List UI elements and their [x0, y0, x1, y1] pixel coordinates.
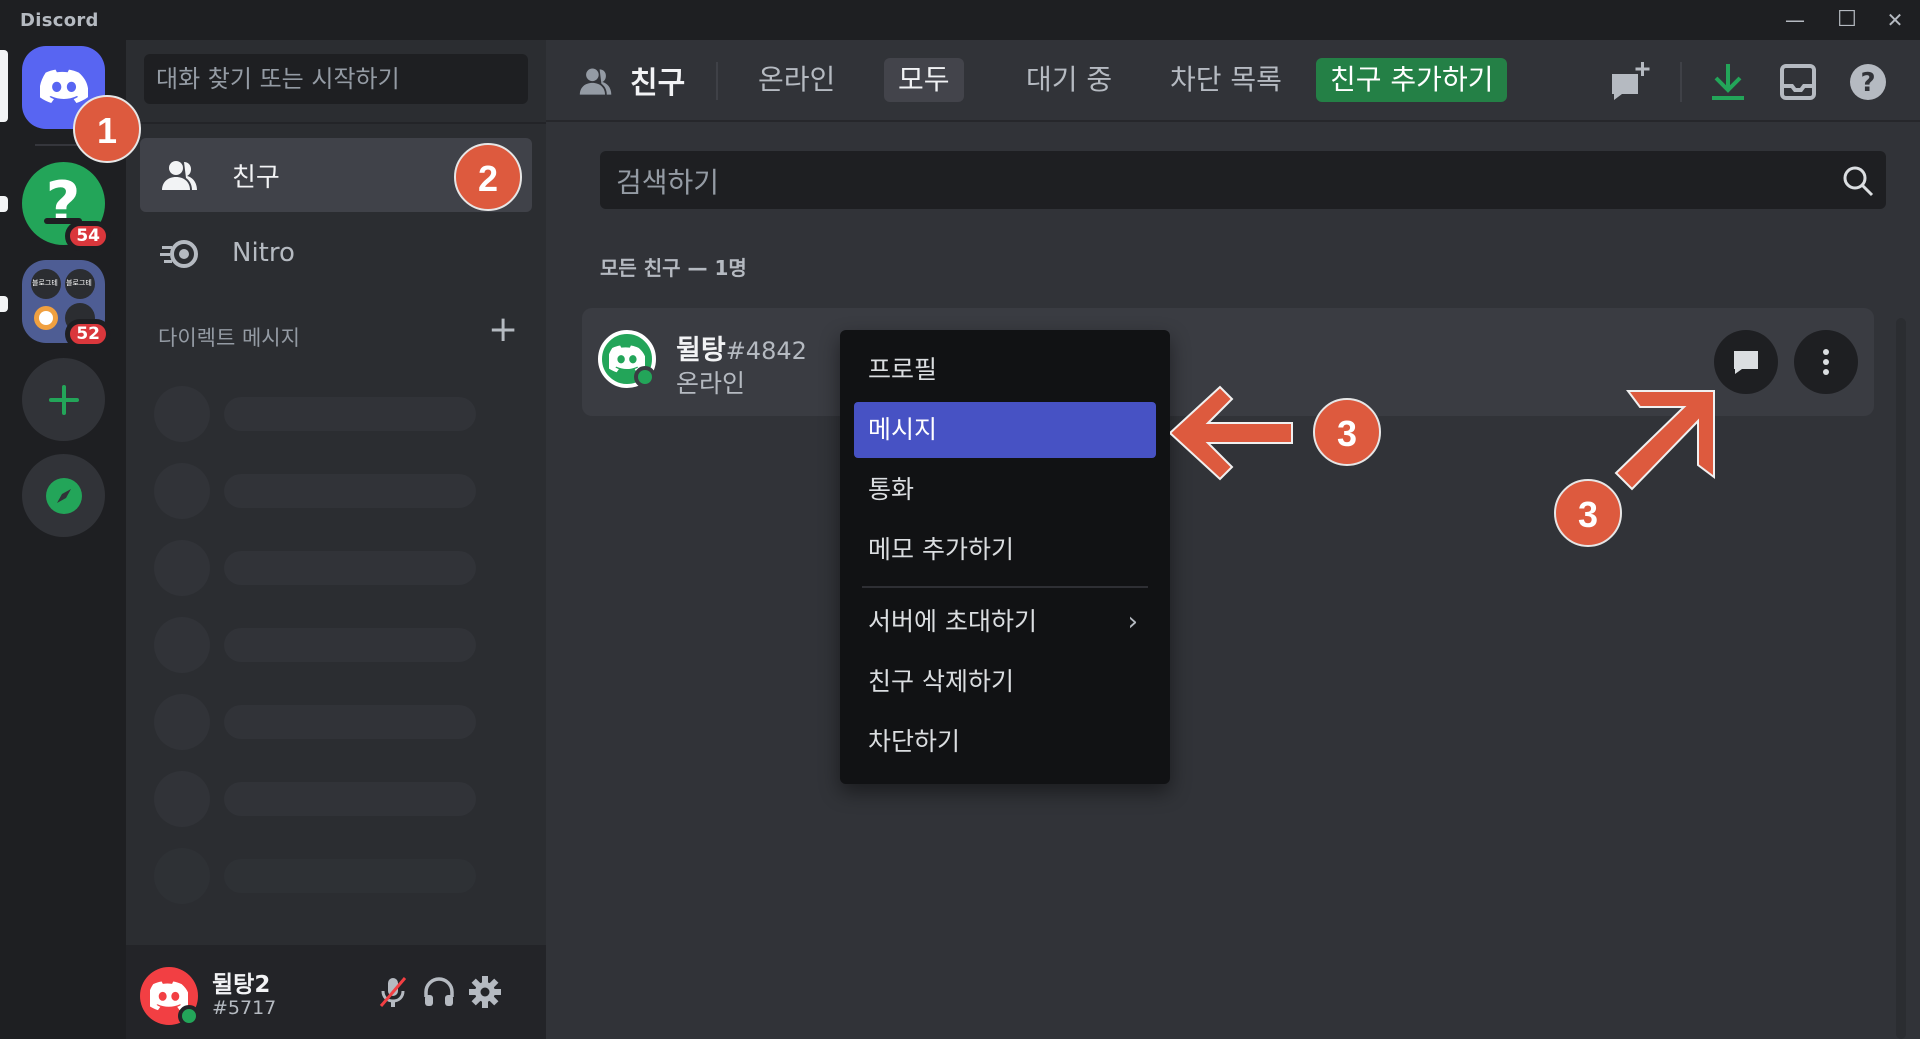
inbox-icon[interactable]	[1776, 60, 1820, 104]
help-icon[interactable]: ?	[1846, 60, 1890, 104]
username: 뒬탕2	[212, 972, 271, 998]
server-icon-text: 블로그테	[32, 279, 58, 287]
add-friend-button[interactable]: 친구 추가하기	[1316, 58, 1508, 102]
tab-pending[interactable]: 대기 중	[1012, 58, 1126, 102]
message-button[interactable]	[1714, 330, 1778, 394]
menu-item-profile[interactable]: 프로필	[854, 342, 1156, 398]
placeholder-bar	[224, 782, 476, 816]
menu-item-add-note[interactable]: 메모 추가하기	[854, 522, 1156, 578]
sidebar-divider	[126, 122, 546, 124]
placeholder-bar	[224, 474, 476, 508]
sidebar-item-label: 친구	[232, 162, 280, 193]
friend-status: 온라인	[676, 369, 746, 398]
friends-icon	[579, 68, 612, 95]
friends-header: 친구 온라인 모두 대기 중 차단 목록 친구 추가하기 ?	[546, 40, 1920, 122]
page-title: 친구	[630, 66, 686, 101]
gear-icon[interactable]	[468, 975, 502, 1009]
search-placeholder: 검색하기	[616, 166, 720, 199]
placeholder-bar	[224, 397, 476, 431]
compass-icon	[45, 477, 82, 514]
menu-divider	[862, 586, 1148, 588]
download-icon[interactable]	[1706, 60, 1750, 104]
chat-bubble-icon	[1734, 351, 1758, 374]
placeholder-bar	[224, 551, 476, 585]
placeholder-avatar	[154, 463, 210, 519]
online-status-dot	[178, 1005, 200, 1027]
placeholder-avatar	[154, 694, 210, 750]
mention-badge: 52	[65, 319, 111, 349]
placeholder-avatar	[154, 848, 210, 904]
new-group-dm-icon[interactable]	[1608, 60, 1652, 104]
maximize-button[interactable]: ☐	[1830, 5, 1864, 35]
nitro-icon	[160, 240, 198, 268]
annotation-step-1: 1	[73, 95, 141, 163]
friend-context-menu: 프로필 메시지 통화 메모 추가하기 서버에 초대하기 › 친구 삭제하기 차단…	[840, 330, 1170, 784]
placeholder-avatar	[154, 771, 210, 827]
conversation-search-button[interactable]: 대화 찾기 또는 시작하기	[144, 54, 528, 104]
headphones-icon[interactable]	[422, 975, 456, 1009]
placeholder-avatar	[154, 386, 210, 442]
tab-online[interactable]: 온라인	[744, 58, 849, 102]
placeholder-avatar	[154, 540, 210, 596]
tab-blocked[interactable]: 차단 목록	[1156, 58, 1296, 102]
placeholder-bar	[224, 628, 476, 662]
server-help[interactable]: ? 54	[22, 162, 111, 251]
selected-indicator	[0, 50, 8, 122]
server-blog[interactable]: 블로그테 블로그테 52	[22, 260, 111, 349]
friend-username: 뒬탕	[676, 335, 726, 366]
more-options-button[interactable]	[1794, 330, 1858, 394]
menu-item-invite-to-server[interactable]: 서버에 초대하기 ›	[854, 594, 1156, 650]
placeholder-avatar	[154, 617, 210, 673]
unread-indicator	[0, 296, 8, 312]
close-button[interactable]: ✕	[1878, 5, 1912, 35]
header-divider	[716, 62, 718, 100]
user-tag: #5717	[212, 997, 277, 1019]
unread-indicator	[0, 196, 8, 212]
dm-section-header: 다이렉트 메시지	[158, 326, 300, 350]
scrollbar[interactable]	[1896, 318, 1906, 1039]
tab-all[interactable]: 모두	[884, 58, 964, 102]
explore-servers-button[interactable]	[22, 454, 105, 537]
friend-tag: #4842	[725, 337, 807, 365]
annotation-arrow-left-icon	[1170, 385, 1293, 481]
friend-search-input[interactable]: 검색하기	[600, 151, 1886, 209]
menu-item-remove-friend[interactable]: 친구 삭제하기	[854, 654, 1156, 710]
menu-item-call[interactable]: 통화	[854, 462, 1156, 518]
server-icon-text: 블로그테	[66, 279, 92, 287]
sidebar-item-nitro[interactable]: Nitro	[140, 216, 532, 290]
friends-icon	[162, 161, 197, 190]
add-server-button[interactable]	[22, 358, 105, 441]
menu-item-message[interactable]: 메시지	[854, 402, 1156, 458]
more-vertical-icon	[1823, 349, 1829, 375]
chevron-right-icon: ›	[1127, 607, 1138, 637]
annotation-step-3: 3	[1313, 398, 1381, 466]
mention-badge: 54	[65, 221, 111, 251]
search-icon	[1843, 166, 1874, 197]
plus-icon	[48, 384, 79, 415]
server-rail: ? 54 블로그테 블로그테 52	[0, 40, 126, 1039]
title-bar: Discord — ☐ ✕	[0, 0, 1920, 40]
minimize-button[interactable]: —	[1778, 5, 1812, 35]
user-panel: 뒬탕2 #5717	[126, 945, 546, 1039]
microphone-muted-icon[interactable]	[376, 975, 410, 1009]
online-status-dot	[634, 366, 656, 388]
app-title: Discord	[20, 10, 99, 31]
menu-item-label: 서버에 초대하기	[868, 607, 1037, 636]
sidebar-item-label: Nitro	[232, 238, 295, 268]
menu-item-block[interactable]: 차단하기	[854, 714, 1156, 770]
discord-logo-icon	[39, 69, 88, 103]
header-divider	[1680, 62, 1682, 102]
placeholder-bar	[224, 705, 476, 739]
friends-count-header: 모든 친구 — 1명	[600, 256, 747, 280]
annotation-step-2: 2	[454, 143, 522, 211]
placeholder-bar	[224, 859, 476, 893]
create-dm-button[interactable]: +	[488, 310, 518, 350]
annotation-arrow-up-right-icon	[1614, 390, 1715, 491]
friend-name: 뒬탕#4842	[676, 328, 807, 367]
svg-text:?: ?	[1860, 68, 1875, 98]
